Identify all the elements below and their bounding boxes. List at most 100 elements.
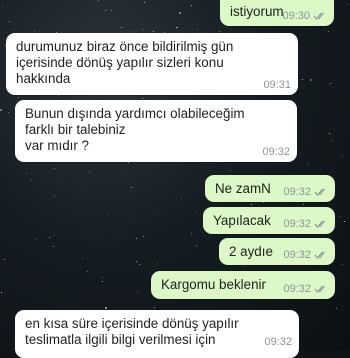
star-decoration [111,10,112,11]
star-decoration [143,236,144,237]
star-decoration [0,109,2,111]
read-ticks-icon [314,187,328,197]
message-time: 09:32 [264,336,292,348]
star-decoration [177,27,178,28]
star-decoration [157,263,158,264]
star-decoration [300,153,301,154]
star-decoration [4,259,5,260]
star-decoration [102,277,103,278]
star-decoration [18,97,19,98]
star-decoration [143,29,144,30]
star-decoration [230,170,231,171]
star-decoration [136,261,137,262]
star-decoration [102,281,103,282]
star-decoration [191,233,192,234]
star-decoration [154,307,155,308]
star-decoration [336,308,337,309]
star-decoration [1,292,2,293]
star-decoration [219,31,220,32]
star-decoration [142,98,143,99]
star-decoration [342,155,343,156]
star-decoration [137,292,138,293]
outgoing-message[interactable]: Kargomu beklenir 09:32 [151,271,335,299]
outgoing-message[interactable]: Yapılacak 09:32 [203,207,335,234]
star-decoration [251,204,252,205]
star-decoration [329,133,330,134]
star-decoration [302,79,303,80]
star-decoration [87,271,88,272]
star-decoration [58,95,59,96]
star-decoration [330,83,331,84]
star-decoration [8,112,9,113]
star-decoration [107,214,108,215]
star-decoration [13,28,14,29]
message-meta: 09:31 [263,79,291,91]
outgoing-message[interactable]: Ne zamN 09:32 [205,175,335,202]
star-decoration [153,31,154,32]
star-decoration [263,202,264,203]
message-text: Bunun dışında yardımcı olabileceğim fark… [25,106,245,153]
star-decoration [105,10,106,11]
message-text: en kısa süre içerisinde dönüş yapılır te… [25,316,239,347]
incoming-message[interactable]: en kısa süre içerisinde dönüş yapılır te… [15,310,299,358]
star-decoration [133,30,134,31]
star-decoration [179,12,181,14]
star-decoration [340,216,341,217]
incoming-message[interactable]: durumunuz biraz önce bildirilmiş gün içe… [6,33,298,95]
read-ticks-icon [313,11,327,21]
star-decoration [303,204,304,205]
message-time: 09:31 [263,79,291,91]
outgoing-message[interactable]: istiyorum 09:30 [220,0,334,26]
star-decoration [53,246,54,247]
star-decoration [196,212,197,213]
star-decoration [82,258,83,259]
star-decoration [243,266,244,267]
star-decoration [53,235,54,236]
message-meta: 09:32 [283,249,328,261]
star-decoration [328,31,329,32]
star-decoration [342,264,343,265]
star-decoration [98,0,99,1]
message-time: 09:32 [283,218,311,230]
star-decoration [347,4,348,5]
star-decoration [307,163,308,164]
star-decoration [49,237,50,238]
read-ticks-icon [314,284,328,294]
message-meta: 09:32 [283,186,328,198]
star-decoration [26,173,27,174]
star-decoration [54,168,55,169]
message-time: 09:32 [283,283,311,295]
star-decoration [131,187,132,188]
outgoing-message[interactable]: 2 aydıe 09:32 [219,238,335,265]
star-decoration [121,27,122,28]
star-decoration [181,198,182,199]
star-decoration [105,307,107,309]
message-meta: 09:32 [264,336,292,348]
star-decoration [54,195,55,196]
star-decoration [31,180,32,181]
message-meta: 09:32 [283,283,328,295]
incoming-message[interactable]: Bunun dışında yardımcı olabileceğim fark… [15,100,297,162]
star-decoration [9,21,10,22]
star-decoration [144,2,145,3]
message-meta: 09:32 [262,146,290,158]
message-time: 09:32 [283,186,311,198]
star-decoration [196,245,197,246]
message-time: 09:32 [262,146,290,158]
star-decoration [2,6,3,7]
star-decoration [128,162,129,163]
star-decoration [310,79,312,81]
star-decoration [136,238,137,239]
star-decoration [344,221,345,222]
message-text: durumunuz biraz önce bildirilmiş gün içe… [16,39,234,86]
message-meta: 09:32 [283,218,328,230]
star-decoration [191,5,192,6]
star-decoration [139,264,140,265]
message-time: 09:30 [282,10,310,22]
read-ticks-icon [314,250,328,260]
star-decoration [306,28,307,29]
star-decoration [331,140,332,141]
star-decoration [89,172,90,173]
star-decoration [36,239,37,240]
message-time: 09:32 [283,249,311,261]
